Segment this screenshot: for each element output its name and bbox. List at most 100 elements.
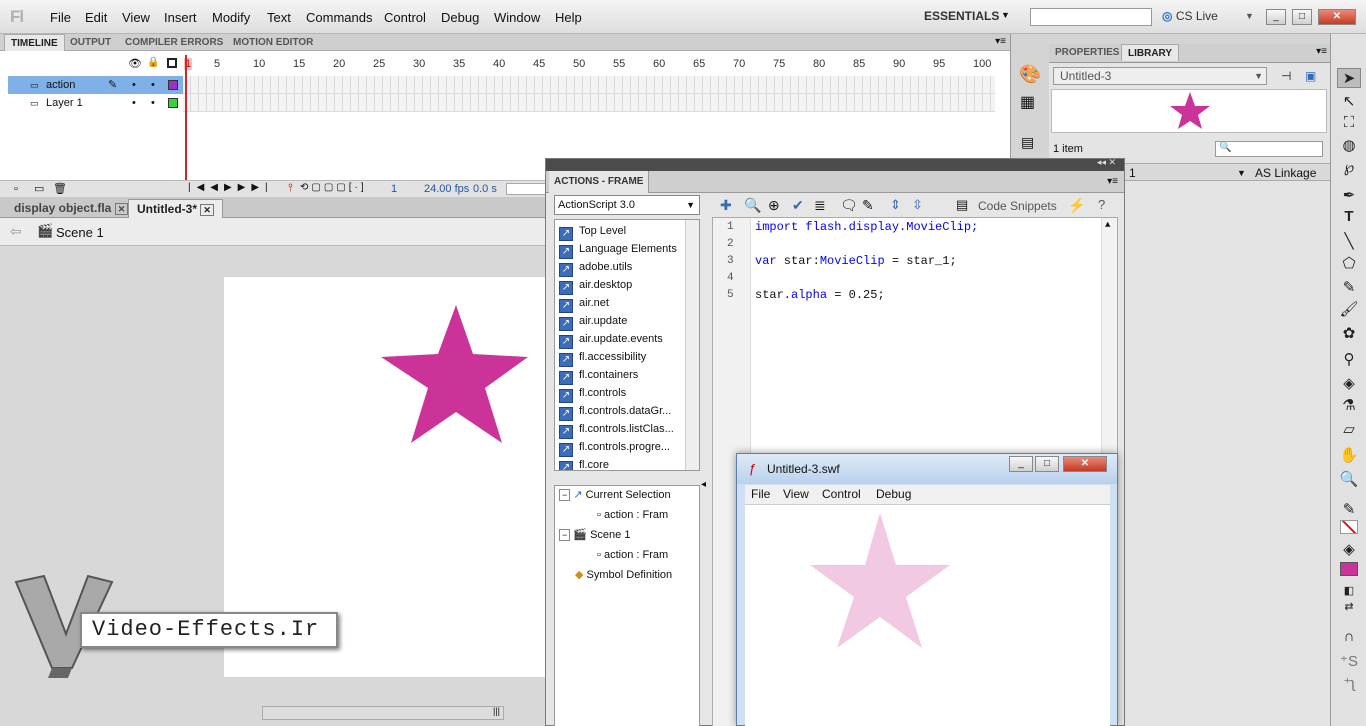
script-assist-wand-icon[interactable]: ⚡: [1068, 197, 1085, 214]
show-code-hint-icon[interactable]: 🗨: [840, 197, 858, 214]
lasso-tool-icon[interactable]: ℘: [1337, 158, 1361, 178]
subselection-tool-icon[interactable]: ↖: [1337, 92, 1361, 112]
tab-output[interactable]: OUTPUT: [64, 34, 117, 51]
auto-format-icon[interactable]: ≣: [814, 197, 826, 214]
chevron-down-icon[interactable]: ▼: [1245, 11, 1254, 21]
menu-window[interactable]: Window: [494, 10, 540, 25]
paint-bucket-tool-icon[interactable]: ◈: [1337, 374, 1361, 394]
menu-debug[interactable]: Debug: [441, 10, 479, 25]
scene-name[interactable]: Scene 1: [56, 225, 104, 240]
swap-colors-icon[interactable]: ⇄: [1337, 600, 1361, 620]
close-icon[interactable]: ✕: [200, 204, 214, 216]
lock-icon[interactable]: 🔒: [147, 57, 159, 68]
debug-options-icon[interactable]: ✎: [862, 197, 874, 214]
panel-splitter-icon[interactable]: ◂: [701, 479, 706, 490]
tab-motion-editor[interactable]: MOTION EDITOR: [227, 34, 319, 51]
menu-text[interactable]: Text: [267, 10, 291, 25]
maximize-button[interactable]: □: [1292, 9, 1312, 25]
hand-tool-icon[interactable]: ✋: [1337, 446, 1361, 466]
new-library-panel-icon[interactable]: ▣: [1305, 69, 1316, 83]
3d-rotation-tool-icon[interactable]: ◍: [1337, 136, 1361, 156]
menu-view[interactable]: View: [122, 10, 150, 25]
tab-compiler-errors[interactable]: COMPILER ERRORS: [119, 34, 229, 51]
tree-node-scene[interactable]: − 🎬 Scene 1: [559, 526, 630, 544]
swf-minimize-button[interactable]: _: [1009, 456, 1033, 472]
zoom-tool-icon[interactable]: 🔍: [1337, 470, 1361, 490]
selection-tool-icon[interactable]: ➤: [1337, 68, 1361, 88]
frame-rate[interactable]: 24.00 fps: [424, 183, 469, 195]
trash-icon[interactable]: 🗑: [53, 182, 67, 195]
tab-untitled-3[interactable]: Untitled-3* ✕: [128, 199, 223, 218]
pin-icon[interactable]: ⊣: [1281, 69, 1291, 83]
add-statement-icon[interactable]: ✚: [720, 197, 732, 214]
swf-menu-debug[interactable]: Debug: [876, 487, 911, 501]
straighten-icon[interactable]: ⁺ʅ: [1337, 674, 1361, 694]
pen-tool-icon[interactable]: ✒: [1337, 186, 1361, 206]
find-icon[interactable]: 🔍: [744, 197, 761, 214]
tab-actions-frame[interactable]: ACTIONS - FRAME: [549, 171, 650, 193]
code-snippets-icon[interactable]: ▤: [956, 197, 968, 213]
swatches-grid-icon[interactable]: ▦: [1020, 92, 1035, 112]
list-item[interactable]: ↗ Top Level: [559, 222, 626, 241]
free-transform-tool-icon[interactable]: ⛶: [1337, 114, 1361, 134]
center-frame-icon[interactable]: ⫯: [288, 182, 293, 195]
minimize-button[interactable]: _: [1266, 9, 1286, 25]
panel-menu-icon[interactable]: ▾≡: [995, 36, 1006, 47]
menu-insert[interactable]: Insert: [164, 10, 197, 25]
align-icon[interactable]: ▤: [1021, 134, 1034, 151]
tab-properties[interactable]: PROPERTIES: [1049, 44, 1125, 61]
collapse-selection-icon[interactable]: ⇳: [912, 197, 923, 213]
list-item[interactable]: ↗ air.net: [559, 294, 609, 313]
tab-display-object-fla[interactable]: display object.fla ✕: [6, 199, 136, 218]
library-search-input[interactable]: 🔍: [1215, 141, 1323, 157]
onion-skin-icon[interactable]: ⟲▢▢▢[·]: [300, 182, 367, 193]
list-item[interactable]: ↗ fl.controls.dataGr...: [559, 402, 671, 421]
list-item[interactable]: ↗ fl.accessibility: [559, 348, 646, 367]
snap-magnet-icon[interactable]: ∩: [1337, 628, 1361, 648]
close-button[interactable]: ✕: [1318, 9, 1356, 25]
stroke-color-icon[interactable]: ✎: [1337, 500, 1361, 520]
list-item[interactable]: ↗ Language Elements: [559, 240, 677, 259]
insert-target-path-icon[interactable]: ⊕: [768, 197, 780, 214]
pencil-tool-icon[interactable]: ✎: [1337, 278, 1361, 298]
swf-menu-control[interactable]: Control: [822, 487, 861, 501]
menu-modify[interactable]: Modify: [212, 10, 250, 25]
panel-menu-icon[interactable]: ▾≡: [1316, 46, 1327, 57]
tree-scrollbar[interactable]: [685, 220, 699, 470]
list-item[interactable]: ↗ fl.controls: [559, 384, 626, 403]
list-item[interactable]: ↗ fl.controls.listClas...: [559, 420, 674, 439]
playhead[interactable]: [185, 55, 187, 180]
stage-hscroll[interactable]: |||: [262, 706, 504, 720]
smooth-icon[interactable]: ⁺S: [1337, 652, 1361, 672]
help-icon[interactable]: ?: [1098, 197, 1105, 212]
text-tool-icon[interactable]: T: [1337, 208, 1361, 228]
list-item[interactable]: ↗ fl.containers: [559, 366, 638, 385]
menu-control[interactable]: Control: [384, 10, 426, 25]
playback-controls-icon[interactable]: |◀◀▶▶▶|: [188, 182, 274, 193]
visibility-dot[interactable]: •: [132, 76, 136, 94]
layer-row-layer1[interactable]: ▭ Layer 1 • •: [8, 94, 183, 112]
menu-help[interactable]: Help: [555, 10, 582, 25]
workspace-switcher[interactable]: ESSENTIALS: [924, 9, 999, 23]
chevron-down-icon[interactable]: ▼: [1001, 10, 1010, 20]
scroll-up-icon[interactable]: ▲: [1105, 220, 1110, 230]
new-folder-icon[interactable]: ▭: [34, 182, 44, 195]
frame-ruler[interactable]: 1 5 10 15 20 25 30 35 40 45 50 55 60 65 …: [183, 55, 995, 77]
actionscript-version-select[interactable]: ActionScript 3.0 ▼: [554, 195, 700, 215]
layer-color-swatch[interactable]: [168, 80, 178, 90]
library-document-select[interactable]: Untitled-3 ▼: [1053, 67, 1267, 85]
collapse-between-braces-icon[interactable]: ⇕: [890, 197, 901, 213]
stroke-color-swatch[interactable]: [1340, 520, 1358, 534]
cs-live-button[interactable]: ◎ CS Live: [1162, 9, 1218, 23]
tree-node-symbol-definitions[interactable]: ◆ Symbol Definition: [575, 566, 672, 584]
lock-dot[interactable]: •: [151, 76, 155, 94]
menu-commands[interactable]: Commands: [306, 10, 372, 25]
sort-chevron-icon[interactable]: ▼: [1237, 168, 1246, 178]
check-syntax-icon[interactable]: ✔: [792, 197, 804, 214]
swf-close-button[interactable]: ✕: [1063, 456, 1107, 472]
as-linkage-header[interactable]: AS Linkage: [1255, 166, 1316, 180]
fill-color-swatch[interactable]: [1340, 562, 1358, 576]
frames-row-action[interactable]: [183, 76, 995, 94]
list-item[interactable]: ↗ fl.core: [559, 456, 609, 470]
swf-menu-file[interactable]: File: [751, 487, 770, 501]
